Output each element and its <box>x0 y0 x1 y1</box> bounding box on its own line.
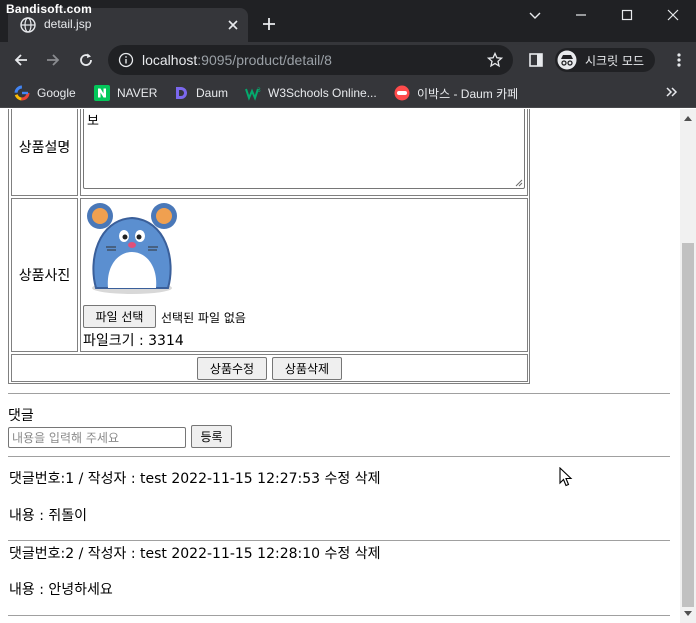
incognito-icon <box>557 50 577 70</box>
info-icon[interactable] <box>118 52 134 68</box>
product-desc-label: 상품설명 <box>18 139 71 156</box>
divider <box>8 615 670 616</box>
vertical-scrollbar[interactable] <box>680 109 696 623</box>
bookmark-label: W3Schools Online... <box>268 86 377 100</box>
new-tab-icon[interactable] <box>262 17 276 31</box>
no-file-text: 선택된 파일 없음 <box>161 311 246 325</box>
divider <box>8 456 670 457</box>
incognito-profile-button[interactable]: 시크릿 모드 <box>555 48 655 72</box>
minimize-icon[interactable] <box>574 8 588 22</box>
product-desc-text: 보 <box>87 114 99 129</box>
bookmarks-bar: Google NAVER Daum 3 W3Schools Online... … <box>0 78 696 108</box>
mouse-cursor-icon <box>559 467 573 487</box>
bookmark-label: Daum <box>196 86 229 100</box>
comment-delete-link[interactable]: 삭제 <box>355 471 381 487</box>
reload-icon[interactable] <box>78 52 94 68</box>
naver-icon <box>94 85 110 101</box>
url-text: localhost:9095/product/detail/8 <box>142 52 332 68</box>
file-select-button[interactable]: 파일 선택 <box>83 305 156 328</box>
maximize-icon[interactable] <box>620 8 634 22</box>
comment-header: 댓글번호:1 / 작성자 : test 2022-11-15 12:27:53 … <box>9 468 380 488</box>
photo-label-cell: 상품사진 <box>11 198 78 352</box>
bookmark-google[interactable]: Google <box>14 84 76 102</box>
bookmark-daum[interactable]: Daum <box>173 84 228 102</box>
globe-icon <box>20 17 36 33</box>
desc-label-cell: 상품설명 <box>11 109 78 196</box>
divider <box>8 393 670 394</box>
comment-delete-link[interactable]: 삭제 <box>355 546 381 562</box>
bookmarks-more-icon[interactable] <box>665 85 679 99</box>
comment-meta: 댓글번호:1 / 작성자 : test 2022-11-15 12:27:53 <box>9 471 321 487</box>
bookmark-label: NAVER <box>117 86 158 100</box>
comment-input[interactable] <box>8 427 186 448</box>
url-host: localhost <box>142 52 198 68</box>
forward-arrow-icon[interactable] <box>45 52 61 68</box>
divider <box>8 540 670 541</box>
delete-product-button[interactable]: 상품삭제 <box>272 357 342 380</box>
bookmark-star-icon[interactable] <box>487 52 503 68</box>
incognito-label: 시크릿 모드 <box>585 54 645 68</box>
comment-submit-button[interactable]: 등록 <box>191 425 232 448</box>
bookmark-daum-cafe[interactable]: 이박스 - Daum 카페 <box>394 84 518 102</box>
scroll-up-arrow-icon[interactable] <box>684 115 692 121</box>
browser-titlebar: detail.jsp Bandisoft.com <box>0 0 696 42</box>
back-arrow-icon[interactable] <box>13 52 29 68</box>
url-path: :9095/product/detail/8 <box>197 52 332 68</box>
comment-heading: 댓글 <box>8 408 34 424</box>
page-viewport: 상품설명 보 상품사진 파일 선택 선택된 파일 없음 파일크기 : 3314 … <box>0 109 680 623</box>
comment-meta: 댓글번호:2 / 작성자 : test 2022-11-15 12:28:10 <box>9 546 321 562</box>
edit-product-button[interactable]: 상품수정 <box>197 357 267 380</box>
action-cell <box>11 354 528 382</box>
close-tab-icon[interactable] <box>226 18 240 32</box>
comment-header: 댓글번호:2 / 작성자 : test 2022-11-15 12:28:10 … <box>9 543 380 563</box>
bookmark-label: 이박스 - Daum 카페 <box>417 86 519 101</box>
tab-search-chevron-icon[interactable] <box>528 8 542 22</box>
recorder-watermark: Bandisoft.com <box>6 2 92 16</box>
window-close-icon[interactable] <box>666 8 680 22</box>
w3schools-icon: 3 <box>245 87 261 101</box>
bookmark-naver[interactable]: NAVER <box>94 84 157 102</box>
bookmark-label: Google <box>37 86 76 100</box>
side-panel-icon[interactable] <box>528 52 544 68</box>
tab-title: detail.jsp <box>44 17 92 31</box>
comment-edit-link[interactable]: 수정 <box>325 471 351 487</box>
address-bar[interactable]: localhost:9095/product/detail/8 <box>108 45 513 75</box>
file-size-text: 파일크기 : 3314 <box>83 333 184 349</box>
daum-icon <box>176 87 187 99</box>
product-image-mouse <box>87 203 177 294</box>
comment-edit-link[interactable]: 수정 <box>325 546 351 562</box>
kebab-menu-icon[interactable] <box>671 52 687 68</box>
resize-grip-icon[interactable] <box>515 179 523 187</box>
product-desc-textarea[interactable]: 보 <box>83 109 525 189</box>
daum-cafe-icon <box>394 85 410 101</box>
scroll-down-arrow-icon[interactable] <box>684 611 692 617</box>
scrollbar-thumb[interactable] <box>682 243 694 607</box>
comment-body: 내용 : 안녕하세요 <box>9 582 113 598</box>
google-icon <box>14 85 30 101</box>
product-photo-label: 상품사진 <box>18 268 71 284</box>
svg-text:3: 3 <box>257 87 261 94</box>
comment-body: 내용 : 쥐돌이 <box>9 508 88 524</box>
bookmark-w3schools[interactable]: 3 W3Schools Online... <box>245 84 377 102</box>
